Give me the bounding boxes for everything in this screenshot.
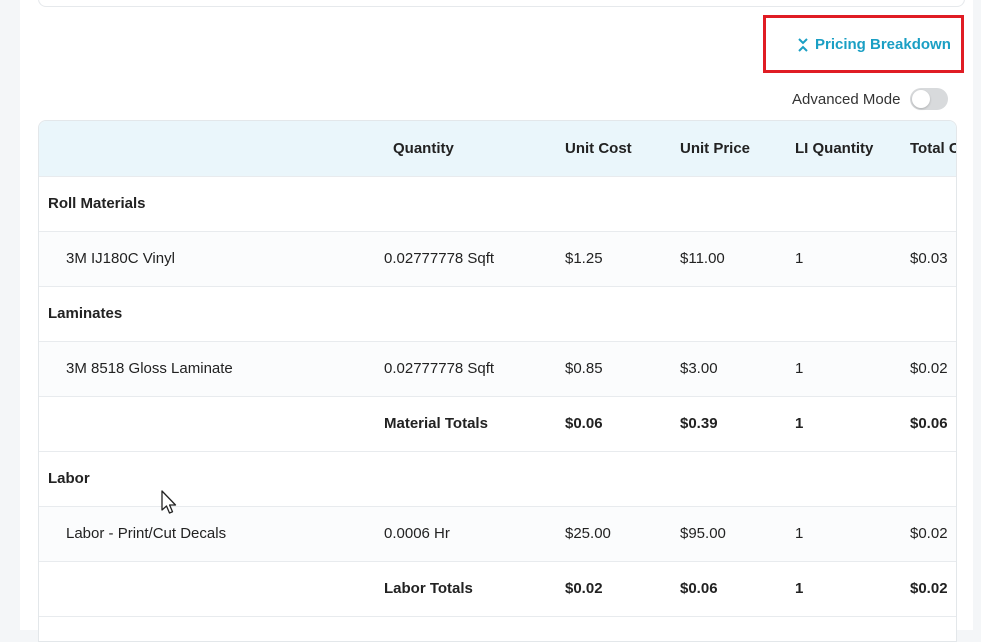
material-totals-row: Material Totals $0.06 $0.39 1 $0.06 bbox=[39, 396, 956, 451]
pricing-table-container: Quantity Unit Cost Unit Price LI Quantit… bbox=[38, 120, 957, 642]
item-unit-price: $11.00 bbox=[680, 250, 725, 267]
top-card-edge bbox=[38, 0, 965, 7]
empty-cell bbox=[39, 561, 384, 616]
advanced-mode-row: Advanced Mode bbox=[792, 88, 949, 110]
totals-unit-price: $0.06 bbox=[680, 580, 718, 597]
column-header-unit-price: Unit Price bbox=[680, 139, 751, 157]
advanced-mode-toggle[interactable] bbox=[910, 88, 949, 110]
item-li-quantity: 1 bbox=[795, 360, 804, 377]
highlight-annotation bbox=[763, 15, 964, 73]
pricing-table: Quantity Unit Cost Unit Price LI Quantit… bbox=[39, 121, 957, 641]
totals-unit-cost: $0.02 bbox=[565, 580, 603, 597]
item-total: $0.03 bbox=[910, 250, 948, 267]
item-unit-cost: $0.85 bbox=[565, 360, 603, 377]
column-header-item bbox=[39, 121, 384, 176]
totals-unit-cost: $0.06 bbox=[565, 415, 603, 432]
item-li-quantity: 1 bbox=[795, 525, 804, 542]
labor-totals-row: Labor Totals $0.02 $0.06 1 $0.02 bbox=[39, 561, 956, 616]
totals-label: Labor Totals bbox=[384, 580, 473, 597]
table-header-row: Quantity Unit Cost Unit Price LI Quantit… bbox=[39, 121, 957, 176]
totals-total: $0.06 bbox=[910, 415, 948, 432]
item-li-quantity: 1 bbox=[795, 250, 804, 267]
totals-label: Material Totals bbox=[384, 415, 488, 432]
table-row: 3M 8518 Gloss Laminate 0.02777778 Sqft $… bbox=[39, 341, 956, 396]
totals-li-quantity: 1 bbox=[795, 415, 804, 432]
section-title: Roll Materials bbox=[48, 195, 146, 212]
toggle-knob bbox=[912, 90, 931, 108]
mouse-cursor-icon bbox=[161, 490, 177, 514]
item-name: 3M IJ180C Vinyl bbox=[66, 250, 175, 267]
section-title: Laminates bbox=[48, 305, 123, 322]
item-name: Labor - Print/Cut Decals bbox=[66, 525, 227, 542]
item-quantity: 0.0006 Hr bbox=[384, 525, 450, 542]
column-header-quantity: Quantity bbox=[393, 139, 454, 157]
item-quantity: 0.02777778 Sqft bbox=[384, 250, 495, 267]
section-row-laminates: Laminates bbox=[39, 286, 956, 341]
table-row bbox=[39, 616, 956, 641]
empty-cell bbox=[39, 396, 384, 451]
column-header-li-quantity: LI Quantity bbox=[795, 139, 874, 157]
advanced-mode-label: Advanced Mode bbox=[792, 90, 901, 108]
item-unit-price: $3.00 bbox=[680, 360, 718, 377]
item-total: $0.02 bbox=[910, 360, 948, 377]
item-unit-cost: $1.25 bbox=[565, 250, 603, 267]
table-row: 3M IJ180C Vinyl 0.02777778 Sqft $1.25 $1… bbox=[39, 231, 956, 286]
column-header-unit-cost: Unit Cost bbox=[565, 139, 632, 157]
item-name: 3M 8518 Gloss Laminate bbox=[66, 360, 233, 377]
item-unit-price: $95.00 bbox=[680, 525, 726, 542]
empty-cell bbox=[39, 616, 956, 641]
totals-unit-price: $0.39 bbox=[680, 415, 718, 432]
item-unit-cost: $25.00 bbox=[565, 525, 611, 542]
item-quantity: 0.02777778 Sqft bbox=[384, 360, 495, 377]
item-total: $0.02 bbox=[910, 525, 948, 542]
totals-total: $0.02 bbox=[910, 580, 948, 597]
totals-li-quantity: 1 bbox=[795, 580, 804, 597]
column-header-total: Total C bbox=[910, 139, 957, 157]
section-row-roll-materials: Roll Materials bbox=[39, 176, 956, 231]
